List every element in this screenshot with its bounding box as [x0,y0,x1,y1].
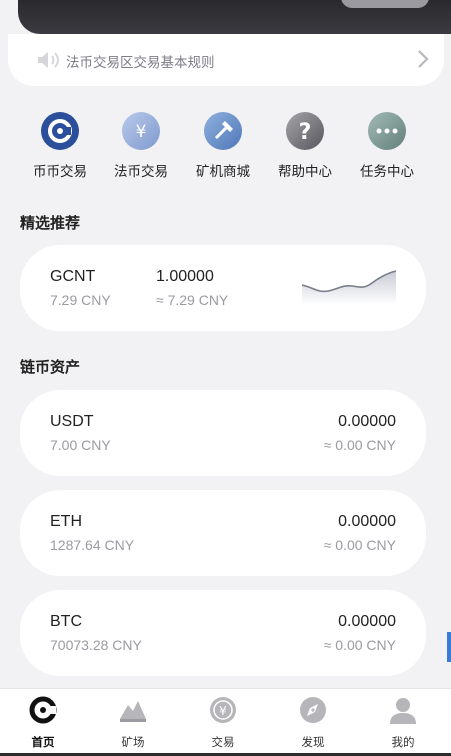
banner-button[interactable] [341,0,429,8]
tab-label: 交易 [211,737,235,749]
scroll-indicator[interactable] [447,632,451,662]
coin-price-cny: 1287.64 CNY [50,537,135,553]
tab-label: 我的 [391,737,415,749]
coin-exchange-icon [41,112,79,150]
notice-bar[interactable]: 法币交易区交易基本规则 [8,34,444,86]
featured-section-title: 精选推荐 [20,215,81,232]
quick-item-fiat-exchange[interactable]: ¥ 法币交易 [101,108,181,180]
quick-item-label: 矿机商城 [196,164,250,179]
tab-home[interactable]: 首页 [8,695,78,750]
asset-card[interactable]: BTC 70073.28 CNY 0.00000 ≈ 0.00 CNY [20,590,426,676]
quick-item-label: 帮助中心 [278,164,332,179]
assets-section-title: 链币资产 [20,359,81,376]
more-icon [368,112,406,150]
help-icon: ? [286,112,324,150]
quick-item-coin-exchange[interactable]: 币币交易 [20,108,100,180]
coin-value: 1.00000 [156,268,214,285]
asset-card[interactable]: ETH 1287.64 CNY 0.00000 ≈ 0.00 CNY [20,490,426,576]
coin-approx-value: ≈ 7.29 CNY [156,292,229,308]
quick-item-label: 币币交易 [33,164,87,179]
svg-text:¥: ¥ [136,122,147,142]
tab-label: 发现 [301,737,325,749]
quick-item-label: 任务中心 [360,164,414,179]
notice-text: 法币交易区交易基本规则 [66,55,215,70]
coin-symbol: USDT [50,413,94,430]
mining-hammer-icon [204,112,242,150]
chevron-right-icon[interactable] [416,48,430,70]
tab-discover[interactable]: 发现 [278,695,348,750]
quick-item-label: 法币交易 [114,164,168,179]
quick-menu: 币币交易 ¥ 法币交易 矿机商城 ? 帮助中心 任务中心 [0,108,451,188]
top-banner [18,0,451,34]
tab-label: 矿场 [121,737,145,749]
quick-item-task-center[interactable]: 任务中心 [347,108,427,180]
svg-text:?: ? [299,120,312,145]
coin-value: 0.00000 [338,413,396,430]
coin-approx-value: ≈ 0.00 CNY [323,637,396,653]
yen-icon: ¥ [122,112,160,150]
user-icon [390,698,416,724]
coin-symbol: GCNT [50,268,96,285]
yen-coin-icon: ¥ [210,697,236,723]
compass-icon [300,697,326,723]
home-logo-icon [29,696,57,724]
coin-value: 0.00000 [338,513,396,530]
mountain-icon [120,701,146,722]
asset-card[interactable]: USDT 7.00 CNY 0.00000 ≈ 0.00 CNY [20,390,426,476]
coin-price-cny: 7.00 CNY [50,437,111,453]
tab-trade[interactable]: ¥ 交易 [188,695,258,750]
bottom-tabbar: 首页 矿场 ¥ 交易 发现 我的 [0,688,451,756]
quick-item-miner-shop[interactable]: 矿机商城 [183,108,263,180]
coin-symbol: ETH [50,513,82,530]
tab-mine[interactable]: 矿场 [98,695,168,750]
coin-approx-value: ≈ 0.00 CNY [323,537,396,553]
featured-card[interactable]: GCNT 7.29 CNY 1.00000 ≈ 7.29 CNY [20,245,426,331]
price-sparkline [302,270,397,305]
coin-value: 0.00000 [338,613,396,630]
tab-profile[interactable]: 我的 [368,695,438,750]
coin-approx-value: ≈ 0.00 CNY [323,437,396,453]
quick-item-help-center[interactable]: ? 帮助中心 [265,108,345,180]
tab-label: 首页 [31,737,55,749]
speaker-icon [38,52,59,68]
coin-price-cny: 70073.28 CNY [50,637,142,653]
coin-price-cny: 7.29 CNY [50,292,111,308]
coin-symbol: BTC [50,613,82,630]
svg-text:¥: ¥ [219,704,227,718]
